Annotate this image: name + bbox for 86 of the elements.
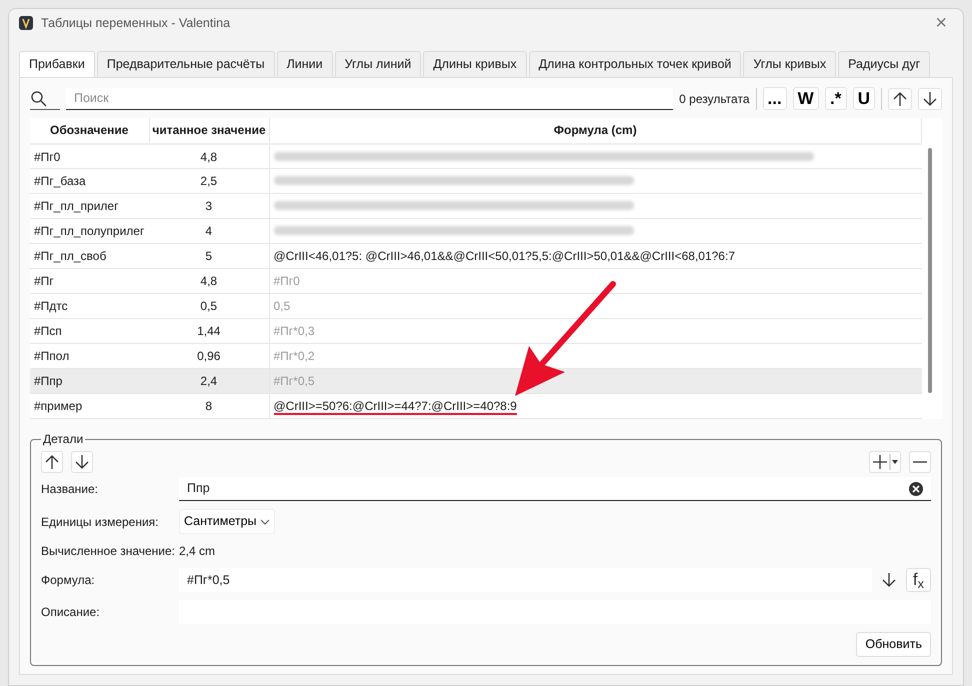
table-row[interactable]: #пример 8 @CrIII>=50?6:@CrIII>=44?7:@CrIII>=40?8:9 <box>30 394 922 419</box>
close-button[interactable]: × <box>931 13 951 33</box>
table-cell: #Пг_пл_прилег <box>30 194 149 219</box>
search-option-button[interactable]: W <box>792 87 819 110</box>
window-title: Таблицы переменных - Valentina <box>41 14 230 32</box>
table-cell: #Пг_база <box>30 168 149 194</box>
column-header[interactable]: Формула (cm) <box>269 118 922 144</box>
down-arrow-icon <box>880 571 898 590</box>
table-cell: 4,8 <box>149 144 269 169</box>
table-row[interactable]: #Пдтс 0,5 0,5 <box>30 294 922 319</box>
table-row[interactable]: #Пг_пл_прилег 3 <box>30 194 922 219</box>
minus-icon <box>913 461 927 464</box>
move-up-button[interactable] <box>41 451 63 474</box>
table-row[interactable]: #Пг 4,8 #Пг0 <box>30 268 922 294</box>
search-option-button[interactable]: ... <box>762 87 787 110</box>
tab[interactable]: Углы кривых <box>743 51 836 77</box>
field-label: Формула: <box>41 572 96 590</box>
formula-field[interactable]: #Пг*0,5 <box>179 568 872 592</box>
table-cell: 1,44 <box>149 318 269 344</box>
table-cell: #Пг*0,3 <box>274 324 315 338</box>
down-arrow-icon <box>921 90 939 108</box>
table-cell: 8 <box>149 394 269 419</box>
table-row[interactable]: #Пг_база 2,5 <box>30 168 922 194</box>
units-dropdown[interactable]: Сантиметры <box>179 509 275 534</box>
remove-button[interactable] <box>909 451 931 474</box>
table-cell: #Пг0 <box>274 274 300 288</box>
table-row[interactable]: #Пг_пл_полуприлег 4 <box>30 218 922 244</box>
function-button[interactable]: f$_{x}$ <box>906 568 931 592</box>
column-header[interactable]: Обозначение <box>30 118 149 144</box>
field-label: Описание: <box>41 604 101 622</box>
table-cell: 2,4 <box>149 368 269 394</box>
search-option-button[interactable]: U <box>852 87 875 110</box>
results-count: 0 результата <box>679 90 750 108</box>
up-arrow-icon <box>891 90 909 108</box>
table-row[interactable]: #Псп 1,44 #Пг*0,3 <box>30 318 922 344</box>
table-cell: #Ппр <box>30 368 149 394</box>
table-cell: #пример <box>30 394 149 419</box>
calculated-value: 2,4 cm <box>179 543 216 560</box>
next-button[interactable] <box>918 88 942 110</box>
table-cell: 4,8 <box>149 268 269 294</box>
tab[interactable]: Длины кривых <box>423 51 527 77</box>
table-cell: #Пг_пл_полуприлег <box>30 218 149 244</box>
table-cell: #Пдтс <box>30 294 149 319</box>
previous-button[interactable] <box>888 88 912 110</box>
table-cell: #Пг*0,5 <box>274 374 315 388</box>
field-label: Единицы измерения: <box>41 514 160 531</box>
table-cell: 2,5 <box>149 168 269 194</box>
field-label: Название: <box>41 481 99 498</box>
table-cell: 0,5 <box>274 299 290 314</box>
tab[interactable]: Прибавки <box>19 51 95 77</box>
table-cell: @CrIII<46,01?5: @CrIII>46,01&&@CrIII<50,01?5,5:@CrIII>50,01&&@CrIII<68,01?6:7 <box>274 249 735 264</box>
app-logo-icon <box>19 16 33 30</box>
tab[interactable]: Длина контрольных точек кривой <box>528 51 742 77</box>
table-cell: #Пг_пл_своб <box>30 244 149 269</box>
table-cell: 4 <box>149 218 269 244</box>
field-label: Вычисленное значение: <box>41 543 176 560</box>
table-cell: #Пг0 <box>30 144 149 169</box>
name-field[interactable]: Ппр <box>179 477 931 502</box>
tab[interactable]: Радиусы дуг <box>838 51 930 77</box>
tab[interactable]: Предварительные расчёты <box>96 51 275 77</box>
search-icon <box>30 90 47 107</box>
table-cell: #Пг <box>30 268 149 294</box>
search-option-button[interactable]: .* <box>824 87 847 110</box>
table-row[interactable]: #Пг0 4,8 <box>30 144 922 169</box>
table-row[interactable]: #Пг_пл_своб 5 @CrIII<46,01?5: @CrIII>46,01&&@CrIII<50,01?5,5:@CrIII>50,01&&@CrIII<68,01?6:7 <box>30 244 922 269</box>
column-header[interactable]: читанное значение <box>149 118 269 144</box>
clear-icon <box>909 482 923 496</box>
tab[interactable]: Углы линий <box>334 51 422 77</box>
up-arrow-icon <box>43 453 61 472</box>
chevron-down-icon <box>260 518 270 525</box>
scrollbar[interactable] <box>928 148 932 393</box>
expand-button[interactable] <box>880 571 898 590</box>
table-cell: 3 <box>149 194 269 219</box>
table-cell: #Псп <box>30 318 149 344</box>
table-cell: 0,5 <box>149 294 269 319</box>
update-button[interactable]: Обновить <box>856 632 931 657</box>
move-down-button[interactable] <box>71 451 93 474</box>
group-title: Детали <box>42 433 84 446</box>
search-field[interactable]: Поиск <box>66 88 674 110</box>
table-cell: 5 <box>149 244 269 269</box>
down-arrow-icon <box>73 453 91 472</box>
plus-caret-icon <box>871 453 899 472</box>
tab[interactable]: Линии <box>276 51 333 77</box>
add-button[interactable] <box>869 451 901 474</box>
table-cell: #Пг*0,2 <box>274 349 315 364</box>
table-cell: @CrIII>=50?6:@CrIII>=44?7:@CrIII>=40?8:9 <box>274 399 517 416</box>
